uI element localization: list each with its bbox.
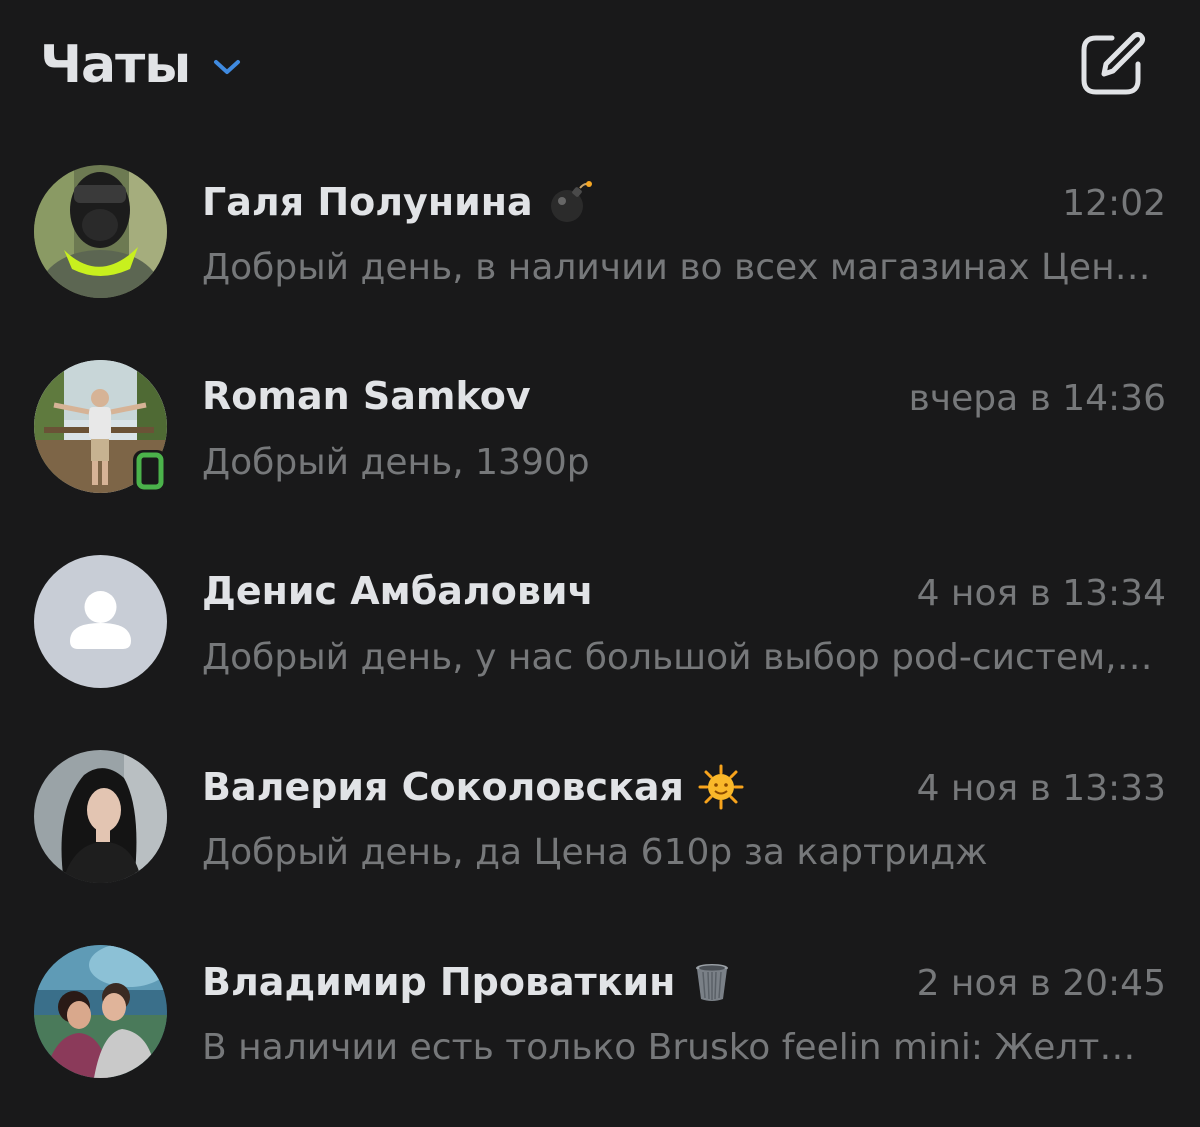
- online-mobile-badge: [133, 450, 167, 492]
- avatar: [34, 165, 167, 298]
- chat-name: Владимир Проваткин: [202, 959, 735, 1005]
- avatar: [34, 750, 167, 883]
- bomb-icon: [547, 179, 593, 225]
- compose-icon: [1081, 32, 1145, 95]
- chat-row-denis[interactable]: Денис Амбалович 4 ноя в 13:34 Добрый ден…: [0, 525, 1200, 720]
- chat-preview: Добрый день, в наличии во всех магазинах…: [202, 247, 1162, 288]
- chats-folder-selector[interactable]: Чаты: [40, 30, 242, 100]
- chat-row-galya[interactable]: Галя Полунина 12:02 Добрый день, в налич…: [0, 135, 1200, 330]
- chat-preview: Добрый день, да Цена 610р за картридж: [202, 832, 988, 873]
- chat-name: Галя Полунина: [202, 179, 593, 225]
- avatar-placeholder: [34, 555, 167, 688]
- chat-time: 2 ноя в 20:45: [916, 963, 1166, 1004]
- page-title: Чаты: [40, 35, 191, 95]
- sun-with-face-icon: [698, 764, 744, 810]
- avatar: [34, 945, 167, 1078]
- chat-preview: Добрый день, 1390р: [202, 442, 590, 483]
- chat-preview: В наличии есть только Brusko feelin mini…: [202, 1027, 1162, 1068]
- wastebasket-icon: [689, 959, 735, 1005]
- chat-name: Денис Амбалович: [202, 569, 594, 613]
- chat-row-roman[interactable]: Roman Samkov вчера в 14:36 Добрый день, …: [0, 330, 1200, 525]
- chat-name: Валерия Соколовская: [202, 764, 744, 810]
- chat-list: Галя Полунина 12:02 Добрый день, в налич…: [0, 135, 1200, 1110]
- chat-time: 4 ноя в 13:33: [916, 768, 1166, 809]
- compose-button[interactable]: [1076, 28, 1148, 100]
- chat-time: 4 ноя в 13:34: [916, 573, 1166, 614]
- phone-icon: [136, 452, 164, 490]
- chat-time: 12:02: [1062, 183, 1166, 224]
- chat-preview: Добрый день, у нас большой выбор pod-сис…: [202, 637, 1162, 678]
- chevron-down-icon: [212, 57, 242, 77]
- chat-time: вчера в 14:36: [908, 378, 1166, 419]
- chat-row-vladimir[interactable]: Владимир Проваткин 2 ноя в 20:45 В налич…: [0, 915, 1200, 1110]
- header: Чаты: [0, 0, 1200, 140]
- chat-row-valeria[interactable]: Валерия Соколовская 4 ноя в 13:33 Добрый…: [0, 720, 1200, 915]
- chat-name: Roman Samkov: [202, 374, 531, 418]
